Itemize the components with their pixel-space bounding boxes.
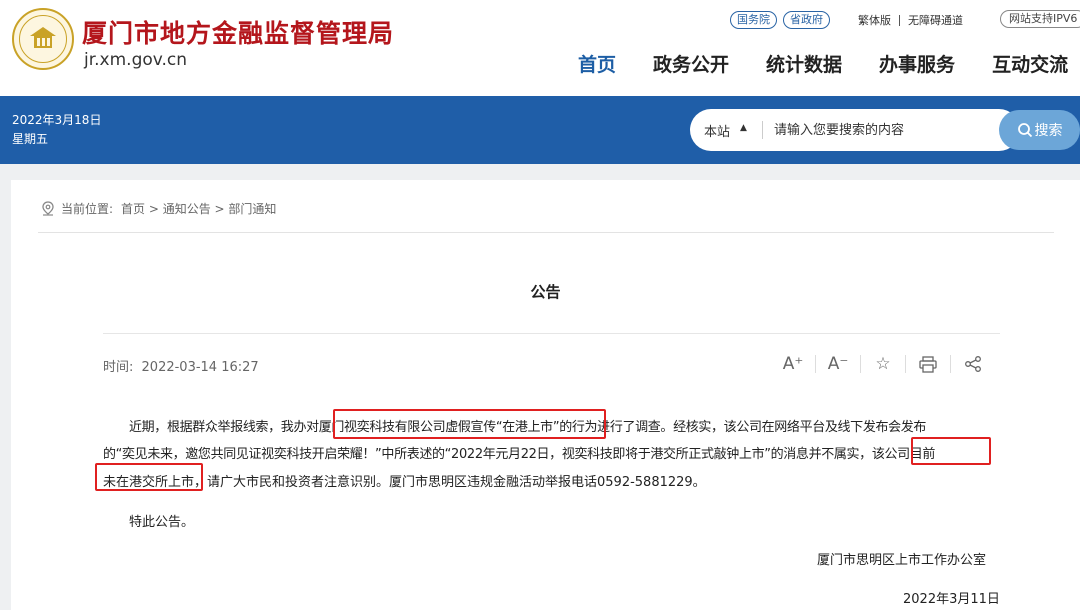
ipv6-badge: 网站支持IPV6	[1000, 10, 1080, 28]
search-input[interactable]	[774, 119, 1004, 141]
sign-date: 2022年3月11日	[903, 592, 1000, 607]
share-icon[interactable]	[961, 352, 985, 376]
article-card: 当前位置: 首页 > 通知公告 > 部门通知 公告 时间: 2022-03-14…	[11, 180, 1080, 610]
title-divider	[103, 333, 1000, 334]
search-bar: 本站 ▲ 搜索	[690, 109, 1080, 151]
article-paragraph-line-2: 的“奕见未来，邀您共同见证视奕科技开启荣耀！”中所表述的“2022年元月22日，…	[103, 447, 936, 462]
breadcrumb-path[interactable]: 首页 > 通知公告 > 部门通知	[121, 200, 276, 217]
traditional-chinese-link[interactable]: 繁体版	[858, 12, 891, 28]
top-links: 国务院 省政府 繁体版 无障碍通道	[730, 10, 963, 30]
print-icon[interactable]	[916, 352, 940, 376]
breadcrumb-divider	[38, 232, 1054, 233]
accessibility-link[interactable]: 无障碍通道	[908, 12, 963, 28]
article-closing: 特此公告。	[129, 515, 195, 530]
star-icon[interactable]: ☆	[871, 352, 895, 376]
font-decrease-icon[interactable]: A⁻	[826, 352, 850, 376]
info-band: 2022年3月18日 星期五 本站 ▲ 搜索	[0, 96, 1080, 164]
site-logo-emblem[interactable]	[12, 8, 74, 70]
site-domain: jr.xm.gov.cn	[84, 50, 188, 70]
date-text: 2022年3月18日	[12, 113, 102, 127]
nav-item-interaction[interactable]: 互动交流	[992, 50, 1068, 77]
breadcrumb: 当前位置: 首页 > 通知公告 > 部门通知	[41, 200, 276, 217]
article-title: 公告	[530, 283, 561, 301]
publish-time: 时间: 2022-03-14 16:27	[103, 356, 259, 375]
publish-time-value: 2022-03-14 16:27	[141, 360, 259, 375]
signature: 厦门市思明区上市工作办公室	[817, 553, 987, 568]
current-date: 2022年3月18日 星期五	[12, 111, 101, 149]
search-scope-select[interactable]: 本站	[704, 121, 730, 140]
tool-divider	[905, 355, 906, 373]
search-button[interactable]: 搜索	[999, 110, 1080, 150]
tool-divider	[860, 355, 861, 373]
search-divider	[762, 121, 763, 139]
nav-item-services[interactable]: 办事服务	[879, 50, 955, 77]
site-header: 厦门市地方金融监督管理局 jr.xm.gov.cn 国务院 省政府 繁体版 无障…	[0, 0, 1080, 96]
tool-divider	[950, 355, 951, 373]
publish-time-label: 时间:	[103, 360, 134, 375]
nav-item-statistics[interactable]: 统计数据	[766, 50, 842, 77]
highlight-box-not-listed-start	[911, 437, 991, 465]
highlight-box-company-claim	[333, 409, 606, 439]
link-divider	[899, 14, 900, 26]
article-tools: A⁺ A⁻ ☆	[781, 352, 985, 376]
guowuyuan-link[interactable]: 国务院	[730, 11, 777, 29]
nav-item-government-affairs[interactable]: 政务公开	[653, 50, 729, 77]
search-icon	[1017, 123, 1032, 138]
search-button-label: 搜索	[1034, 123, 1063, 139]
nav-item-home[interactable]: 首页	[578, 50, 616, 77]
breadcrumb-label: 当前位置:	[61, 202, 114, 216]
site-name[interactable]: 厦门市地方金融监督管理局	[82, 14, 394, 50]
font-increase-icon[interactable]: A⁺	[781, 352, 805, 376]
weekday-text: 星期五	[12, 132, 49, 146]
location-pin-icon	[42, 201, 54, 216]
main-nav: 首页 政务公开 统计数据 办事服务 互动交流	[578, 50, 1080, 77]
shengzhengfu-link[interactable]: 省政府	[783, 11, 830, 29]
highlight-box-not-listed-end	[95, 463, 203, 491]
tool-divider	[815, 355, 816, 373]
chevron-updown-icon[interactable]: ▲	[740, 123, 747, 133]
search-box: 本站 ▲	[690, 109, 1020, 151]
